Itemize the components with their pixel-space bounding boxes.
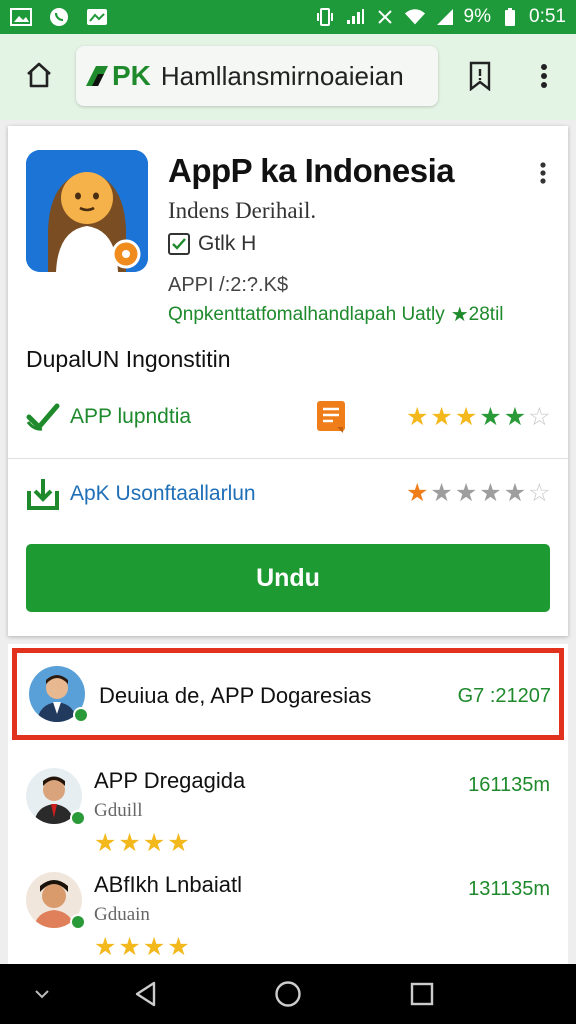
system-nav-bar (0, 964, 576, 1024)
item-name: APP Dregagida (94, 768, 246, 793)
star-icon: ★ (503, 479, 527, 507)
star-icon: ★ (479, 402, 502, 431)
overflow-menu-button[interactable] (530, 56, 558, 96)
signal-icon (434, 8, 456, 26)
star-icon: ★ (406, 479, 429, 507)
verified-badge-icon (70, 914, 86, 930)
home-circle-icon (275, 981, 301, 1007)
more-vert-icon (540, 162, 546, 184)
rating-stars: ★ ★ ★ ★ ★ ☆ (406, 402, 551, 431)
gallery-icon (10, 8, 32, 26)
vibrate-icon (314, 8, 336, 26)
item-subtitle: Gduill (94, 800, 143, 821)
download-button[interactable]: Undu (26, 544, 550, 612)
option-label: ApK Usonftaallarlun (70, 481, 256, 505)
battery-level: 9% (463, 6, 492, 27)
star-icon: ★ (430, 479, 453, 507)
section-title: DupalUN Ingonstitin (26, 346, 231, 372)
star-icon: ★ (503, 402, 527, 431)
star-outline-icon: ☆ (528, 402, 551, 431)
bookmark-button[interactable] (462, 56, 498, 96)
wifi-icon (404, 8, 426, 26)
home-icon (27, 62, 51, 88)
rating-stars: ★★★★ (94, 829, 192, 857)
related-list: Deuiua de, APP Dogaresias G7 :21207 APP … (8, 644, 568, 964)
item-value: G7 :21207 (457, 685, 551, 707)
verified-badge-icon (73, 707, 89, 723)
download-box-icon (26, 477, 60, 511)
tagline-text: Qnpkenttatfomalhandlapah Uatly (168, 303, 445, 325)
character-icon (26, 150, 148, 272)
star-icon: ★ (454, 402, 478, 431)
home-nav-button[interactable] (270, 978, 306, 1010)
app-icon[interactable] (26, 150, 148, 272)
signal-icon (344, 8, 366, 26)
back-triangle-icon (135, 981, 156, 1007)
recents-square-icon (410, 982, 434, 1006)
app-size: APPI /:2:?.K$ (168, 274, 289, 296)
verified-check: Gtlk H (168, 232, 256, 256)
nav-down-button[interactable] (24, 978, 60, 1010)
app-detail-card: AppP ka Indonesia Indens Derihail. Gtlk … (8, 126, 568, 636)
logo-mark-icon (86, 66, 108, 86)
logo-text: PK (112, 60, 151, 91)
star-icon: ★ (450, 304, 469, 326)
more-vert-icon (541, 64, 547, 88)
star-outline-icon: ☆ (528, 479, 551, 507)
status-bar: 9% 0:51 (0, 0, 576, 34)
option-row-apk[interactable]: ApK Usonftaallarlun ★ ★ ★ ★ ★ ☆ (8, 458, 568, 528)
item-name: ABfIkh Lnbaiatl (94, 872, 242, 897)
checkbox-icon (168, 233, 190, 255)
url-text: Hamllansmirnoaieian (160, 60, 404, 91)
address-bar[interactable]: PK Hamllansmirnoaieian (76, 46, 438, 106)
verified-badge-icon (70, 810, 86, 826)
document-icon[interactable] (314, 399, 348, 435)
site-logo: PK (84, 60, 151, 92)
back-button[interactable] (128, 978, 164, 1010)
rating-value: 28til (468, 303, 504, 325)
app-title: AppP ka Indonesia (168, 152, 455, 189)
star-icon: ★ (430, 402, 453, 431)
option-row-app[interactable]: APP lupndtia ★ ★ ★ ★ ★ ☆ (8, 382, 568, 452)
app-tagline: Qnpkenttatfomalhandlapah Uatly ★ 28til (168, 302, 562, 327)
option-label: APP lupndtia (70, 405, 192, 428)
rating-stars: ★★★★ (94, 933, 192, 961)
battery-icon (499, 8, 521, 26)
rating-stars: ★ ★ ★ ★ ★ ☆ (406, 481, 551, 506)
home-button[interactable] (18, 54, 60, 96)
star-icon: ★ (479, 479, 502, 507)
developer-name[interactable]: Indens Derihail. (168, 198, 316, 224)
recents-button[interactable] (404, 978, 440, 1010)
clock: 0:51 (529, 6, 566, 27)
item-value: 161135m (468, 774, 550, 796)
check-badge-icon (26, 400, 60, 434)
item-value: 131135m (468, 878, 550, 900)
check-label: Gtlk H (198, 232, 257, 255)
item-subtitle: Gduain (94, 904, 150, 925)
list-item[interactable]: APP Dregagida Gduill ★★★★ 161135m (8, 768, 568, 868)
browser-toolbar: PK Hamllansmirnoaieian (0, 34, 576, 120)
image-icon (86, 8, 108, 26)
star-icon: ★ (454, 479, 478, 507)
highlighted-list-item[interactable]: Deuiua de, APP Dogaresias G7 :21207 (12, 648, 564, 740)
no-data-icon (374, 8, 396, 26)
list-item[interactable]: ABfIkh Lnbaiatl Gduain ★★★★ 131135m (8, 872, 568, 972)
chevron-down-icon (35, 990, 49, 999)
star-icon: ★ (406, 402, 429, 431)
item-name: Deuiua de, APP Dogaresias (99, 683, 372, 708)
whatsapp-icon (48, 8, 70, 26)
bookmark-icon (469, 61, 491, 91)
card-menu-button[interactable] (536, 158, 550, 188)
